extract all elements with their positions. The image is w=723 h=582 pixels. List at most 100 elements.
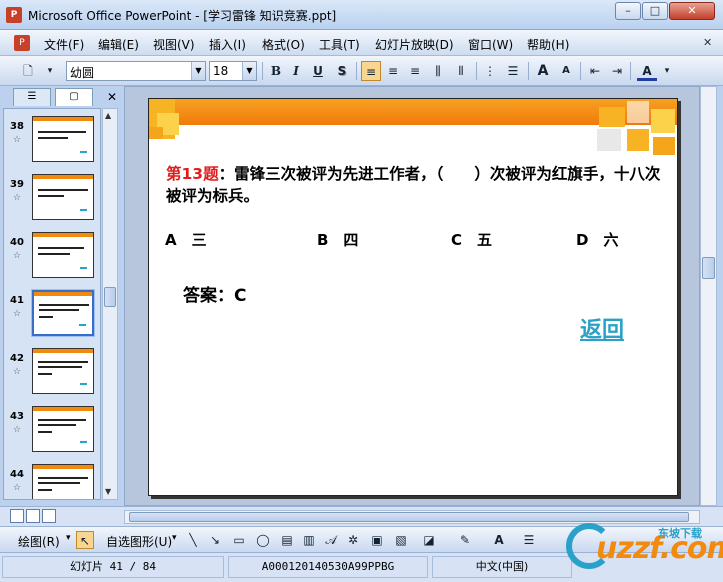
fill-color-icon[interactable]: ◪ [420, 531, 438, 549]
transition-star-icon: ☆ [13, 483, 22, 493]
font-color-dropdown-icon[interactable]: ▾ [657, 61, 677, 81]
maximize-button[interactable]: □ [642, 2, 668, 20]
increase-indent-button[interactable]: ⇥ [607, 61, 627, 81]
transition-star-icon: ☆ [13, 135, 22, 145]
slide-number: 38 [10, 121, 24, 132]
document-icon[interactable]: P [14, 35, 30, 51]
scroll-down-icon[interactable]: ▼ [105, 487, 111, 496]
slideshow-view-icon[interactable] [42, 509, 56, 523]
font-color-button[interactable]: A [637, 61, 657, 81]
align-right-button[interactable]: ≡ [405, 61, 425, 81]
pane-close-icon[interactable]: ✕ [107, 90, 117, 104]
line-style-icon[interactable]: ☰ [520, 531, 538, 549]
line-tool-icon[interactable]: ╲ [184, 531, 202, 549]
menu-insert[interactable]: 插入(I) [209, 36, 246, 53]
draw-menu-button[interactable]: 绘图(R) [18, 533, 60, 550]
distribute-button[interactable]: ⫼ [428, 61, 448, 81]
clipart-icon[interactable]: ▣ [368, 531, 386, 549]
chevron-down-icon[interactable]: ▼ [242, 62, 256, 80]
underline-button[interactable]: U [308, 61, 328, 81]
slide-thumbnail-41[interactable]: 41 ☆ [4, 287, 100, 345]
slide-thumbnail-39[interactable]: 39 ☆ [4, 171, 100, 229]
window-title: Microsoft Office PowerPoint - [学习雷锋 知识竞赛… [28, 9, 337, 23]
transition-star-icon: ☆ [13, 425, 22, 435]
menu-file[interactable]: 文件(F) [44, 36, 84, 53]
slide-thumbnail-40[interactable]: 40 ☆ [4, 229, 100, 287]
decorative-square [599, 107, 625, 127]
vertical-scrollbar[interactable] [700, 86, 717, 506]
textbox-tool-icon[interactable]: ▤ [278, 531, 296, 549]
slides-pane: ☰ ▢ ✕ 38 ☆ 39 ☆ 40 ☆ 41 ☆ 42 ☆ 43 ☆ 44 ☆… [0, 86, 122, 506]
decorative-square [627, 101, 649, 123]
vertical-textbox-icon[interactable]: ▥ [300, 531, 318, 549]
slide-thumbnail-42[interactable]: 42 ☆ [4, 345, 100, 403]
align-center-button[interactable]: ≡ [383, 61, 403, 81]
document-close-icon[interactable]: ✕ [703, 36, 712, 49]
line-color-icon[interactable]: ✎ [456, 531, 474, 549]
toolbar-separator [580, 62, 581, 80]
toolbar-separator [476, 62, 477, 80]
increase-font-button[interactable]: A [533, 61, 553, 81]
slide-thumbnail-list[interactable]: 38 ☆ 39 ☆ 40 ☆ 41 ☆ 42 ☆ 43 ☆ 44 ☆ [3, 108, 101, 500]
decrease-indent-button[interactable]: ⇤ [585, 61, 605, 81]
slide-thumbnail-image [32, 348, 94, 394]
oval-tool-icon[interactable]: ◯ [254, 531, 272, 549]
tab-slides[interactable]: ▢ [55, 88, 93, 106]
vertical-text-button[interactable]: ⦀ [451, 61, 471, 81]
picture-icon[interactable]: ▧ [392, 531, 410, 549]
slide-number: 42 [10, 353, 24, 364]
menu-tools[interactable]: 工具(T) [319, 36, 360, 53]
return-link[interactable]: 返回 [580, 312, 624, 344]
menu-help[interactable]: 帮助(H) [527, 36, 569, 53]
status-design-name: A000120140530A99PPBG [228, 556, 428, 578]
select-objects-button[interactable]: ↖ [76, 531, 94, 549]
toolbar-separator [356, 62, 357, 80]
formatting-toolbar: 🗋 ▾ 幼圆 ▼ 18 ▼ B I U S ≡ ≡ ≡ ⫼ ⦀ ⋮ ☰ A A … [0, 56, 723, 86]
diagram-icon[interactable]: ✲ [344, 531, 362, 549]
slide-number: 40 [10, 237, 24, 248]
numbering-button[interactable]: ⋮ [480, 61, 500, 81]
current-slide[interactable]: 第13题：雷锋三次被评为先进工作者，（ ）次被评为红旗手，十八次被评为标兵。 A… [148, 98, 678, 496]
tab-outline[interactable]: ☰ [13, 88, 51, 106]
minimize-button[interactable]: – [615, 2, 641, 20]
shadow-button[interactable]: S [332, 61, 352, 81]
menu-view[interactable]: 视图(V) [153, 36, 195, 53]
menu-slideshow[interactable]: 幻灯片放映(D) [375, 36, 454, 53]
slide-thumbnail-43[interactable]: 43 ☆ [4, 403, 100, 461]
powerpoint-app-icon[interactable]: P [6, 7, 22, 23]
scrollbar-thumb[interactable] [104, 287, 116, 307]
bold-button[interactable]: B [266, 61, 286, 81]
chevron-down-icon[interactable]: ▾ [66, 533, 71, 543]
chevron-down-icon[interactable]: ▼ [191, 62, 205, 80]
normal-view-icon[interactable] [10, 509, 24, 523]
align-left-button[interactable]: ≡ [361, 61, 381, 81]
italic-button[interactable]: I [286, 61, 306, 81]
menu-window[interactable]: 窗口(W) [468, 36, 513, 53]
font-size-select[interactable]: 18 ▼ [209, 61, 257, 81]
decorative-square [597, 129, 621, 151]
bullets-button[interactable]: ☰ [503, 61, 523, 81]
font-color-icon[interactable]: A [490, 531, 508, 549]
slide-sorter-view-icon[interactable] [26, 509, 40, 523]
chevron-down-icon[interactable]: ▾ [172, 533, 177, 543]
menu-edit[interactable]: 编辑(E) [98, 36, 139, 53]
toolbar-separator [630, 62, 631, 80]
slide-thumbnail-44[interactable]: 44 ☆ [4, 461, 100, 499]
arrow-tool-icon[interactable]: ↘ [206, 531, 224, 549]
toolbar-options-icon[interactable]: ▾ [40, 61, 60, 81]
wordart-icon[interactable]: 𝒜 [322, 531, 340, 549]
decrease-font-button[interactable]: A [556, 61, 576, 81]
new-slide-icon[interactable]: 🗋 [18, 61, 38, 81]
slide-thumbnail-38[interactable]: 38 ☆ [4, 113, 100, 171]
slide-thumbnail-image [32, 290, 94, 336]
autoshapes-button[interactable]: 自选图形(U) [106, 533, 172, 550]
font-name-select[interactable]: 幼圆 ▼ [66, 61, 206, 81]
thumbnail-scrollbar[interactable]: ▲ ▼ [102, 108, 118, 500]
menu-format[interactable]: 格式(O) [262, 36, 305, 53]
close-button[interactable]: ✕ [669, 2, 715, 20]
scrollbar-thumb[interactable] [702, 257, 715, 279]
transition-star-icon: ☆ [13, 367, 22, 377]
decorative-square [149, 127, 163, 139]
scroll-up-icon[interactable]: ▲ [105, 111, 111, 120]
rectangle-tool-icon[interactable]: ▭ [230, 531, 248, 549]
